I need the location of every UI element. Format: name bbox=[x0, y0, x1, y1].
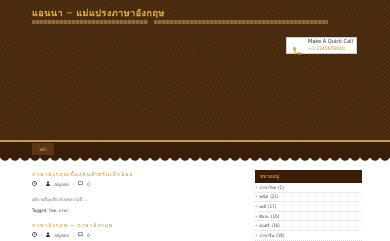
post-author[interactable]: aliyano bbox=[54, 233, 68, 238]
comment-count[interactable]: 0 bbox=[87, 233, 90, 238]
user-icon bbox=[46, 181, 51, 187]
category-item[interactable]: • ดนตรี (16) bbox=[255, 221, 362, 231]
post-author[interactable]: aliyano bbox=[54, 182, 68, 187]
post-excerpt: อธิบายสั้นๆเกี่ยวกับบทความนี้ ... bbox=[32, 197, 88, 202]
site-title[interactable]: แอนนา ─ แม่แปรงภาษาอังกฤษ bbox=[32, 6, 165, 20]
quick-call-box[interactable]: Make A Quick Call +1 2345678910 bbox=[286, 37, 357, 55]
site-tagline bbox=[32, 20, 328, 25]
scallop-divider bbox=[0, 156, 390, 162]
comment-icon bbox=[78, 232, 83, 238]
category-item[interactable]: • ศิลปะ (16) bbox=[255, 212, 362, 222]
clock-icon bbox=[32, 232, 37, 238]
phone-icon bbox=[292, 41, 302, 60]
post-title[interactable]: ภาษาอังกฤษเบื้องต้นสำหรับเด็กน้อย bbox=[32, 171, 133, 179]
meta-separator: | bbox=[72, 232, 75, 238]
comment-count[interactable]: 0 bbox=[87, 182, 90, 187]
call-label: Make A Quick Call bbox=[308, 39, 353, 45]
meta-separator: | bbox=[41, 181, 43, 187]
category-item[interactable]: • เคมี (17) bbox=[255, 202, 362, 212]
call-number[interactable]: +1 2345678910 bbox=[308, 47, 345, 52]
category-item[interactable]: • ภาษาจีน (16) bbox=[255, 231, 362, 241]
nav-item-home[interactable]: หน้า bbox=[32, 143, 54, 155]
category-item[interactable]: • ภาษาไทย (1) bbox=[255, 183, 362, 193]
site-header: แอนนา ─ แม่แปรงภาษาอังกฤษ Make A Quick C… bbox=[0, 0, 390, 140]
post-meta: | aliyano | 0 bbox=[32, 181, 90, 187]
widget-title: หมวดหมู่ bbox=[255, 170, 362, 183]
meta-separator: | bbox=[41, 232, 43, 238]
meta-separator: | bbox=[72, 181, 75, 187]
post-tags[interactable]: Tagged: ไทย, ภาษา bbox=[32, 207, 68, 214]
comment-icon bbox=[78, 181, 83, 187]
category-item[interactable]: • คณิต (21) bbox=[255, 193, 362, 203]
category-list: • ภาษาไทย (1) • คณิต (21) • เคมี (17) • ศิลปะ (1… bbox=[255, 183, 362, 241]
user-icon bbox=[46, 232, 51, 238]
post-meta: | aliyano | 0 bbox=[32, 232, 90, 238]
post-title[interactable]: ภาษาอังกฤษ ─ ภาษาอังกฤษ bbox=[32, 222, 113, 230]
clock-icon bbox=[32, 181, 37, 187]
